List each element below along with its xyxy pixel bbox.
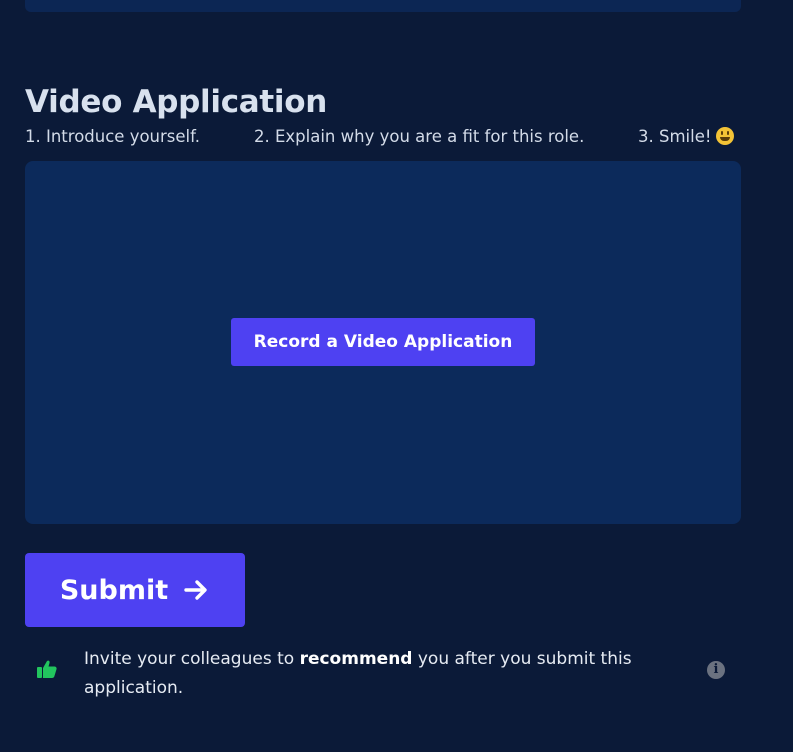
instruction-step-3: 3. Smile! — [638, 127, 735, 146]
recommend-text-before: Invite your colleagues to — [84, 649, 300, 669]
record-video-button[interactable]: Record a Video Application — [231, 318, 535, 366]
application-page: Video Application 1. Introduce yourself.… — [0, 0, 793, 752]
video-instructions: 1. Introduce yourself. 2. Explain why yo… — [25, 127, 741, 149]
video-recorder-panel: Record a Video Application — [25, 161, 741, 524]
instruction-step-1: 1. Introduce yourself. — [25, 127, 200, 146]
section-title: Video Application — [25, 84, 328, 120]
info-icon[interactable]: i — [707, 661, 725, 679]
submit-button[interactable]: Submit — [25, 553, 245, 627]
recommend-text-bold: recommend — [299, 649, 413, 669]
recommend-invite-text: Invite your colleagues to recommend you … — [84, 645, 674, 703]
smile-icon — [716, 127, 735, 145]
arrow-right-icon — [182, 576, 210, 604]
instruction-step-3-text: 3. Smile! — [638, 127, 712, 146]
thumbs-up-icon — [36, 658, 58, 680]
submit-button-label: Submit — [59, 574, 169, 606]
previous-section-card — [25, 0, 741, 12]
instruction-step-2: 2. Explain why you are a fit for this ro… — [254, 127, 585, 146]
